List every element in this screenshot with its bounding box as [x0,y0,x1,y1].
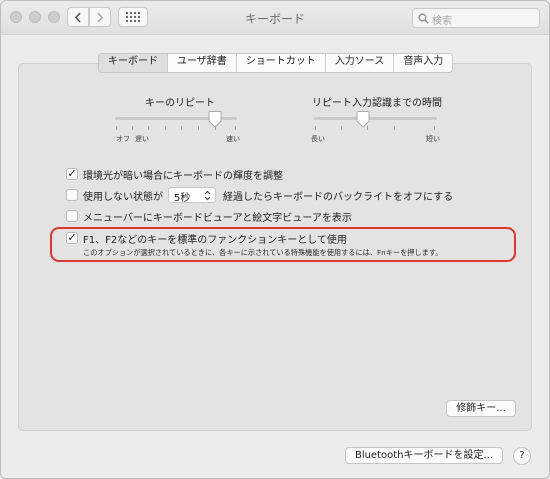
repeat-delay-long-label: 長い [311,135,325,143]
slider-tick [434,126,435,130]
backlight-label-after: 経過したらキーボードのバックライトをオフにする [223,192,454,203]
key-repeat-thumb[interactable] [208,111,222,128]
repeat-delay-label: リピート入力認識までの時間 [312,98,442,109]
repeat-delay-short-label: 短い [426,135,440,143]
help-button[interactable]: ? [513,447,531,465]
key-repeat-off-label: オフ [116,135,130,143]
backlight-checkbox[interactable] [66,189,78,201]
slider-tick [132,126,133,130]
backlight-duration-value: 5秒 [174,193,191,204]
viewer-checkbox[interactable] [66,210,78,222]
setup-bluetooth-keyboard-button[interactable]: Bluetoothキーボードを設定... [345,447,503,464]
slider-tick [315,126,316,130]
slider-tick [235,126,236,130]
tab-keyboard[interactable]: キーボード [99,54,168,72]
tab-dictation[interactable]: 音声入力 [394,54,453,72]
slider-tick [165,126,166,130]
tab-user-dictionary[interactable]: ユーザ辞書 [168,54,237,72]
preferences-window: キーボード 検索 キーボード ユーザ辞書 ショートカット 入力ソース 音声入力 … [0,0,550,479]
backlight-duration-select[interactable]: 5秒 [168,187,216,204]
repeat-delay-track[interactable] [314,117,437,120]
slider-tick [116,126,117,130]
viewer-label: メニューバーにキーボードビューアと絵文字ビューアを表示 [83,213,352,224]
stepper-arrows-icon [204,190,211,201]
tab-bar: キーボード ユーザ辞書 ショートカット 入力ソース 音声入力 [98,53,454,73]
tab-input-sources[interactable]: 入力ソース [325,54,395,72]
search-placeholder: 検索 [432,16,452,27]
slider-tick [394,126,395,130]
key-repeat-label: キーのリピート [145,98,215,109]
brightness-label: 環境光が暗い場合にキーボードの輝度を調整 [83,171,283,182]
title-bar: キーボード 検索 [1,1,549,35]
key-repeat-slow-label: 遅い [135,135,149,143]
slider-tick [341,126,342,130]
search-icon [418,13,429,24]
slider-tick [198,126,199,130]
fn-keys-description: このオプションが選択されているときに、各キーに示されている特殊機能を使用するには… [83,248,443,257]
search-field[interactable]: 検索 [412,8,540,28]
fn-keys-label: F1、F2などのキーを標準のファンクションキーとして使用 [83,235,347,246]
modifier-keys-button[interactable]: 修飾キー... [446,400,516,417]
backlight-label-before: 使用しない状態が [83,192,163,203]
brightness-checkbox[interactable]: ✓ [66,168,78,180]
slider-tick [148,126,149,130]
fn-keys-checkbox[interactable]: ✓ [66,232,78,244]
slider-tick [181,126,182,130]
tab-shortcuts[interactable]: ショートカット [236,54,326,72]
key-repeat-fast-label: 速い [226,135,240,143]
repeat-delay-thumb[interactable] [356,111,370,128]
